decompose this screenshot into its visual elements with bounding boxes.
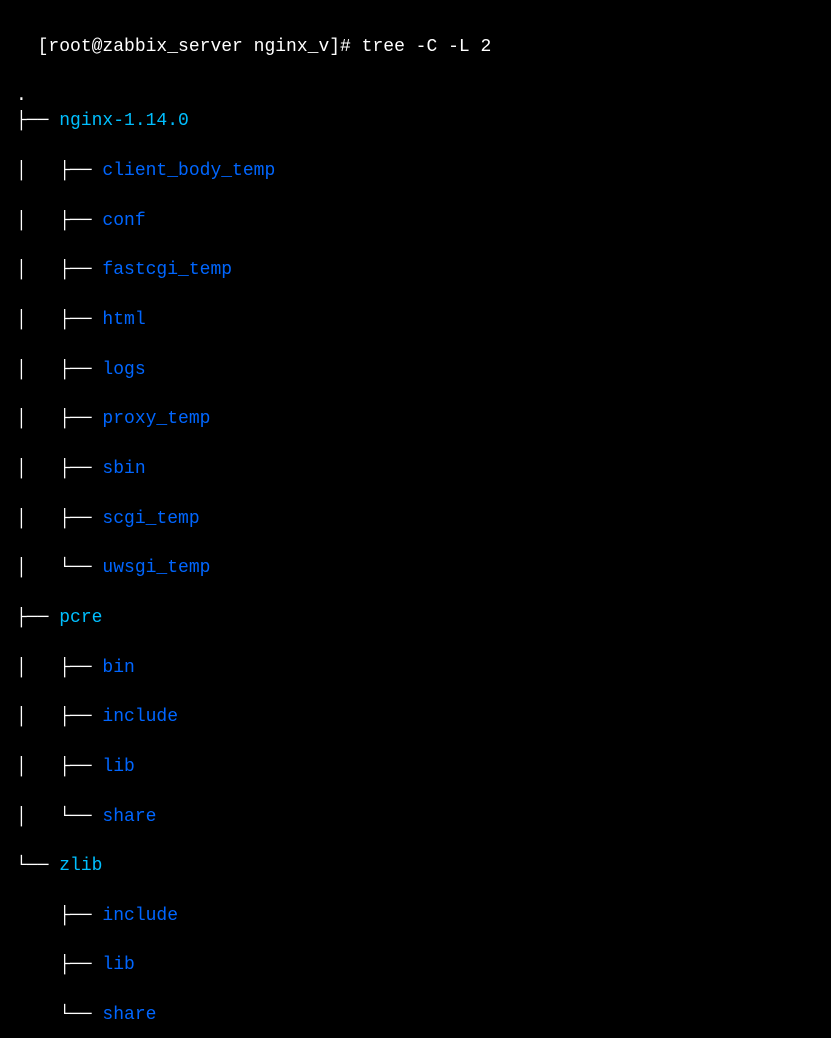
dir-logs: logs (102, 360, 145, 380)
dir-fastcgi-temp: fastcgi_temp (102, 260, 232, 280)
tree-line: │ ├── lib (16, 755, 815, 780)
tree-line: │ ├── proxy_temp (16, 407, 815, 432)
tree-line: ├── include (16, 904, 815, 929)
dir-pcre: pcre (59, 608, 102, 628)
tree-prefix: └── (16, 1005, 102, 1025)
tree-line: │ └── uwsgi_temp (16, 556, 815, 581)
tree-prefix: │ ├── (16, 757, 102, 777)
tree-line: ├── pcre (16, 606, 815, 631)
dir-zlib: zlib (59, 856, 102, 876)
dir-share-pcre: share (102, 807, 156, 827)
tree-line: ├── lib (16, 953, 815, 978)
terminal-window: [root@zabbix_server nginx_v]# tree -C -L… (16, 10, 815, 60)
dir-bin: bin (102, 658, 134, 678)
tree-line: └── share (16, 1003, 815, 1028)
tree-prefix: │ ├── (16, 211, 102, 231)
dir-sbin: sbin (102, 459, 145, 479)
tree-prefix: │ ├── (16, 310, 102, 330)
tree-prefix: │ ├── (16, 658, 102, 678)
tree-prefix: ├── (16, 906, 102, 926)
dir-include-pcre: include (102, 707, 178, 727)
tree-line: │ ├── conf (16, 209, 815, 234)
tree-prefix: │ ├── (16, 161, 102, 181)
tree-prefix: ├── (16, 955, 102, 975)
tree-prefix: │ └── (16, 807, 102, 827)
tree-line: │ ├── sbin (16, 457, 815, 482)
tree-prefix: │ ├── (16, 707, 102, 727)
dir-proxy-temp: proxy_temp (102, 409, 210, 429)
dir-uwsgi-temp: uwsgi_temp (102, 558, 210, 578)
tree-prefix: │ ├── (16, 260, 102, 280)
tree-line: │ ├── logs (16, 358, 815, 383)
tree-line: │ ├── fastcgi_temp (16, 258, 815, 283)
dir-nginx: nginx-1.14.0 (59, 111, 189, 131)
dir-include-zlib: include (102, 906, 178, 926)
tree-prefix: └── (16, 856, 59, 876)
tree-prefix: ├── (16, 608, 59, 628)
tree-line: │ └── share (16, 805, 815, 830)
tree-prefix: │ ├── (16, 459, 102, 479)
dir-share-zlib: share (102, 1005, 156, 1025)
tree-line: │ ├── html (16, 308, 815, 333)
tree-root: . (16, 86, 27, 106)
command-prompt: [root@zabbix_server nginx_v]# tree -C -L… (38, 37, 492, 57)
tree-line: └── zlib (16, 854, 815, 879)
tree-prefix: ├── (16, 111, 59, 131)
tree-output: . ├── nginx-1.14.0 │ ├── client_body_tem… (16, 60, 815, 1038)
dir-lib-zlib: lib (102, 955, 134, 975)
tree-line: ├── nginx-1.14.0 (16, 109, 815, 134)
tree-line: │ ├── bin (16, 656, 815, 681)
tree-prefix: │ ├── (16, 409, 102, 429)
tree-prefix: │ └── (16, 558, 102, 578)
tree-line: │ ├── client_body_temp (16, 159, 815, 184)
tree-line: │ ├── include (16, 705, 815, 730)
dir-client-body-temp: client_body_temp (102, 161, 275, 181)
tree-prefix: │ ├── (16, 360, 102, 380)
dir-html: html (102, 310, 145, 330)
dir-lib-pcre: lib (102, 757, 134, 777)
dir-conf: conf (102, 211, 145, 231)
